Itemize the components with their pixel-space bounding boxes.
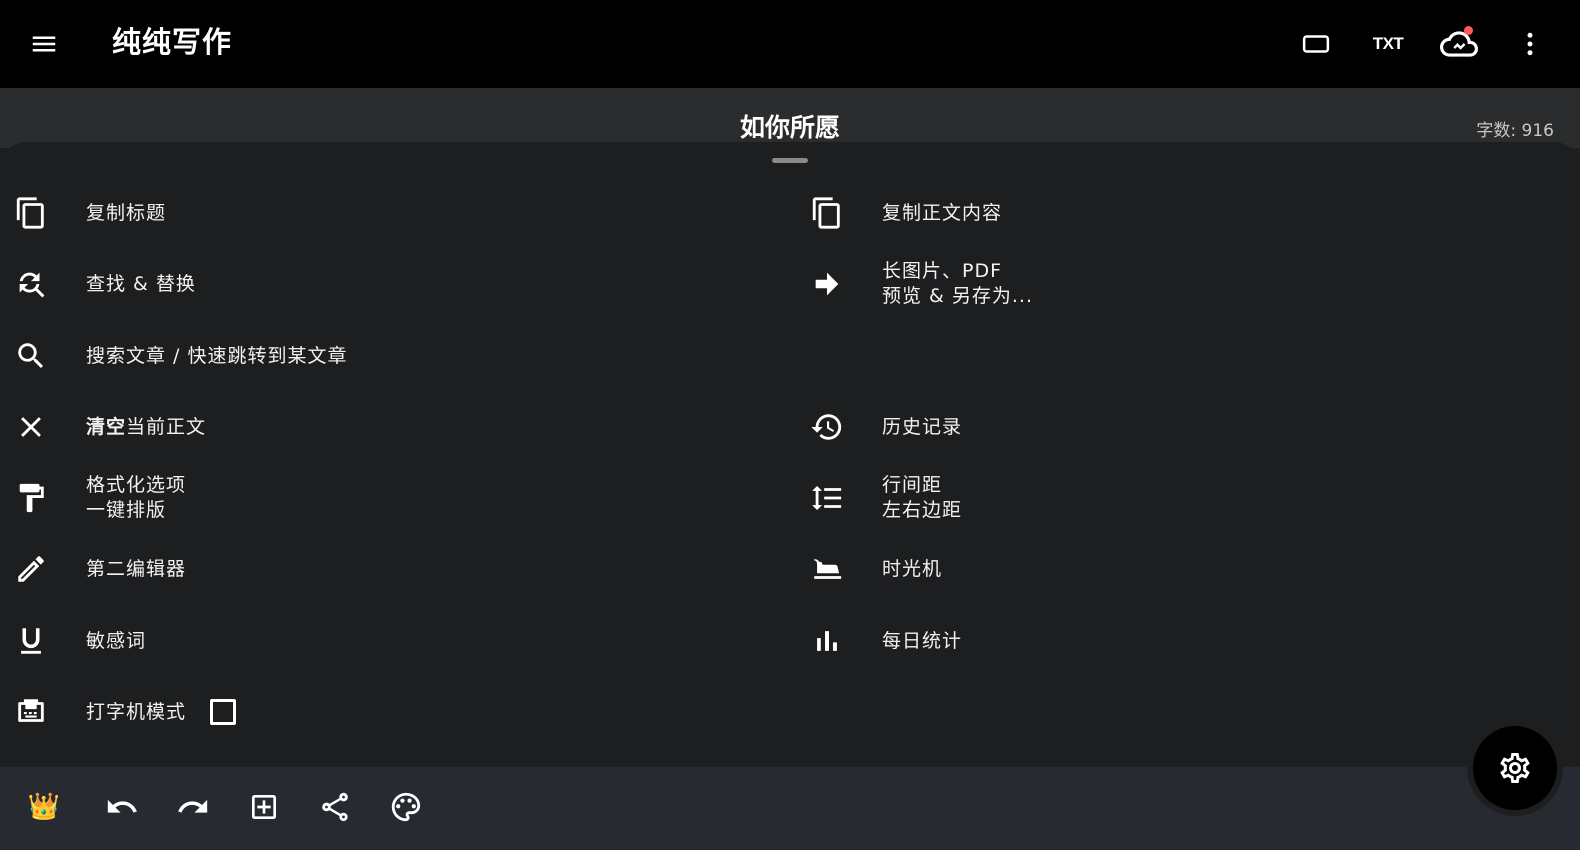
app-title: 纯纯写作 — [112, 25, 233, 59]
menu-label: 清空当前正文 — [86, 415, 206, 440]
sheet-drag-handle[interactable] — [772, 158, 808, 163]
menu-label: 查找 & 替换 — [86, 272, 196, 295]
document-title[interactable]: 如你所愿 — [0, 112, 1580, 144]
menu-sensitive-words[interactable]: 敏感词 — [0, 611, 146, 671]
share-icon[interactable] — [311, 783, 359, 831]
menu-format-options[interactable]: 格式化选项 一键排版 — [0, 468, 186, 528]
txt-export-button[interactable]: TXT — [1366, 22, 1410, 66]
more-vert-icon[interactable] — [1508, 22, 1552, 66]
menu-label-line1: 格式化选项 — [86, 474, 187, 496]
menu-find-replace[interactable]: 查找 & 替换 — [0, 254, 196, 314]
history-icon — [810, 410, 844, 444]
settings-fab[interactable] — [1473, 726, 1557, 810]
menu-second-editor[interactable]: 第二编辑器 — [0, 539, 186, 599]
menu-label: 复制正文内容 — [882, 201, 1003, 224]
menu-label: 格式化选项 一键排版 — [86, 473, 186, 523]
menu-typewriter-mode[interactable]: 打字机模式 — [0, 682, 237, 742]
menu-icon[interactable] — [22, 22, 66, 66]
typewriter-mode-checkbox[interactable] — [210, 699, 237, 725]
format-paint-icon — [14, 481, 48, 515]
close-icon — [14, 410, 48, 444]
typewriter-icon — [14, 695, 48, 729]
bottom-sheet-menu: 复制标题 查找 & 替换 搜索文章 / 快速跳转到某文章 清空当前正文 格式化选… — [0, 142, 1580, 767]
pencil-icon — [14, 552, 48, 586]
app-bar: 纯纯写作 TXT — [0, 0, 1580, 88]
line-spacing-icon — [810, 481, 844, 515]
menu-history[interactable]: 历史记录 — [796, 397, 962, 457]
search-icon — [14, 339, 48, 373]
arrow-right-icon — [810, 267, 844, 301]
menu-label-line1: 长图片、PDF — [882, 260, 1003, 282]
redo-icon[interactable] — [169, 783, 217, 831]
fullscreen-frame-icon[interactable] — [1294, 22, 1338, 66]
menu-label: 搜索文章 / 快速跳转到某文章 — [86, 344, 348, 367]
word-count: 字数: 916 — [1476, 121, 1554, 141]
menu-label: 时光机 — [882, 557, 943, 580]
menu-clear-body[interactable]: 清空当前正文 — [0, 397, 206, 457]
menu-label-line2: 一键排版 — [86, 499, 167, 521]
crown-icon: 👑 — [27, 792, 61, 822]
menu-time-machine[interactable]: 时光机 — [796, 539, 942, 599]
bottom-toolbar: 👑 — [0, 767, 1580, 850]
menu-label: 敏感词 — [86, 629, 147, 652]
menu-label: 打字机模式 — [86, 700, 187, 723]
sync-badge-dot — [1464, 26, 1473, 35]
bar-chart-icon — [810, 624, 844, 658]
premium-crown-button[interactable]: 👑 — [20, 783, 68, 831]
menu-label: 复制标题 — [86, 201, 167, 224]
txt-label: TXT — [1372, 34, 1404, 53]
menu-search-articles[interactable]: 搜索文章 / 快速跳转到某文章 — [0, 326, 347, 386]
menu-copy-body[interactable]: 复制正文内容 — [796, 183, 1002, 243]
menu-label-rest: 当前正文 — [126, 415, 207, 438]
menu-label-bold: 清空 — [86, 415, 127, 438]
menu-label: 行间距 左右边距 — [882, 473, 962, 523]
add-box-icon[interactable] — [240, 783, 288, 831]
menu-export-image-pdf[interactable]: 长图片、PDF 预览 & 另存为... — [796, 254, 1033, 314]
menu-label: 第二编辑器 — [86, 557, 187, 580]
menu-label: 历史记录 — [882, 415, 963, 438]
undo-icon[interactable] — [98, 783, 146, 831]
menu-daily-stats[interactable]: 每日统计 — [796, 611, 962, 671]
palette-icon[interactable] — [382, 783, 430, 831]
menu-label: 每日统计 — [882, 629, 963, 652]
menu-label-line2: 左右边距 — [882, 499, 963, 521]
find-replace-icon — [14, 267, 48, 301]
copy-icon — [14, 196, 48, 230]
menu-label-line1: 行间距 — [882, 474, 943, 496]
menu-label-line2: 预览 & 另存为... — [882, 285, 1034, 307]
gear-icon — [1500, 752, 1530, 783]
copy-icon — [810, 196, 844, 230]
menu-label: 长图片、PDF 预览 & 另存为... — [882, 259, 1033, 309]
cloud-sync-button[interactable] — [1437, 22, 1481, 66]
menu-line-spacing[interactable]: 行间距 左右边距 — [796, 468, 962, 528]
underline-icon — [14, 624, 48, 658]
menu-copy-title[interactable]: 复制标题 — [0, 183, 166, 243]
time-machine-icon — [810, 552, 844, 586]
